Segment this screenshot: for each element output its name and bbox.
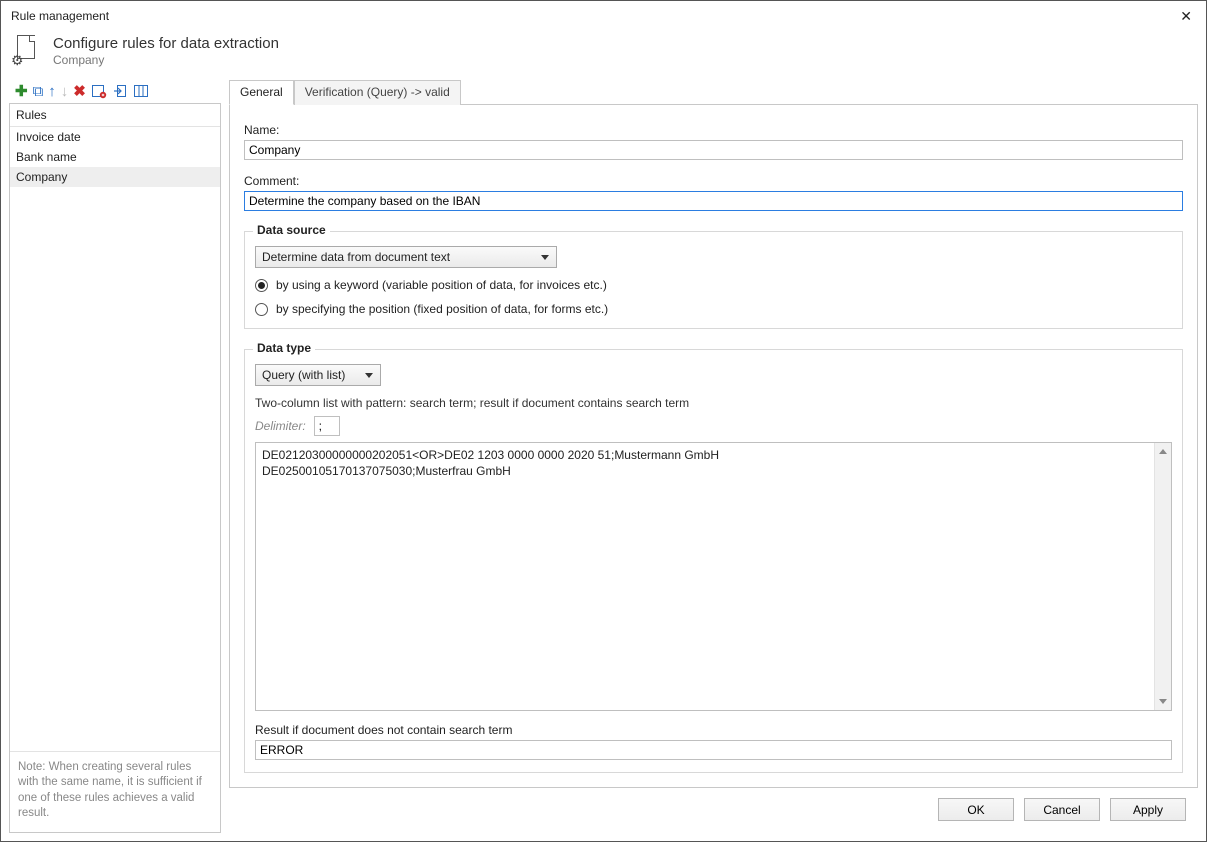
query-list-box[interactable]: DE02120300000000202051<OR>DE02 1203 0000… [255,442,1172,711]
tab-general[interactable]: General [229,80,294,105]
scroll-down-icon[interactable] [1155,693,1171,710]
page-subtitle: Company [53,53,279,67]
radio-keyword[interactable]: by using a keyword (variable position of… [255,278,1172,292]
move-up-icon[interactable]: ↑ [48,83,56,100]
data-source-select[interactable]: Determine data from document text [255,246,557,268]
tab-verification[interactable]: Verification (Query) -> valid [294,80,461,105]
scroll-up-icon[interactable] [1155,443,1171,460]
ok-button[interactable]: OK [938,798,1014,821]
rule-item-company[interactable]: Company [10,167,220,187]
rules-note: Note: When creating several rules with t… [10,751,220,832]
delimiter-label: Delimiter: [255,419,306,433]
ruleset-check-icon[interactable] [91,83,107,99]
radio-keyword-label: by using a keyword (variable position of… [276,278,607,292]
data-type-group: Data type Query (with list) Two-column l… [244,349,1183,773]
radio-position[interactable]: by specifying the position (fixed positi… [255,302,1172,316]
apply-button[interactable]: Apply [1110,798,1186,821]
radio-keyword-dot [255,279,268,292]
data-source-group: Data source Determine data from document… [244,231,1183,329]
import-rules-icon[interactable] [112,83,128,99]
result-label: Result if document does not contain sear… [255,723,1172,737]
tab-panel-general: Name: Comment: Data source Determine dat… [229,104,1198,788]
query-list-scrollbar[interactable] [1154,443,1171,710]
result-input[interactable] [255,740,1172,760]
dialog-footer: OK Cancel Apply [229,788,1198,833]
radio-position-label: by specifying the position (fixed positi… [276,302,608,316]
rule-item-invoice-date[interactable]: Invoice date [10,127,220,147]
data-type-legend: Data type [253,341,315,355]
copy-rule-icon[interactable]: ⧉ [33,83,44,100]
radio-position-dot [255,303,268,316]
data-type-select[interactable]: Query (with list) [255,364,381,386]
rules-list[interactable]: Invoice date Bank name Company [10,127,220,751]
titlebar: Rule management ✕ [1,1,1206,29]
pattern-hint: Two-column list with pattern: search ter… [255,396,1172,410]
query-list-text[interactable]: DE02120300000000202051<OR>DE02 1203 0000… [256,443,1154,710]
rule-item-bank-name[interactable]: Bank name [10,147,220,167]
cancel-button[interactable]: Cancel [1024,798,1100,821]
delimiter-input[interactable] [314,416,340,436]
move-down-icon: ↓ [61,83,69,100]
header: ⚙ Configure rules for data extraction Co… [1,29,1206,79]
delete-rule-icon[interactable]: ✖ [73,82,86,100]
page-title: Configure rules for data extraction [53,35,279,52]
name-label: Name: [244,123,1183,137]
document-gear-icon: ⚙ [13,35,41,67]
rules-toolbar: ✚ ⧉ ↑ ↓ ✖ [9,79,221,103]
rules-panel: Rules Invoice date Bank name Company Not… [9,103,221,833]
close-icon[interactable]: ✕ [1174,7,1198,25]
data-source-legend: Data source [253,223,330,237]
name-input[interactable] [244,140,1183,160]
window-title: Rule management [11,9,109,23]
data-source-select-value: Determine data from document text [262,250,450,264]
data-type-select-value: Query (with list) [262,368,345,382]
comment-label: Comment: [244,174,1183,188]
rules-header: Rules [10,104,220,127]
rule-management-window: Rule management ✕ ⚙ Configure rules for … [0,0,1207,842]
comment-input[interactable] [244,191,1183,211]
add-rule-icon[interactable]: ✚ [15,82,28,100]
columns-icon[interactable] [133,83,149,99]
tabs: General Verification (Query) -> valid [229,79,1198,104]
